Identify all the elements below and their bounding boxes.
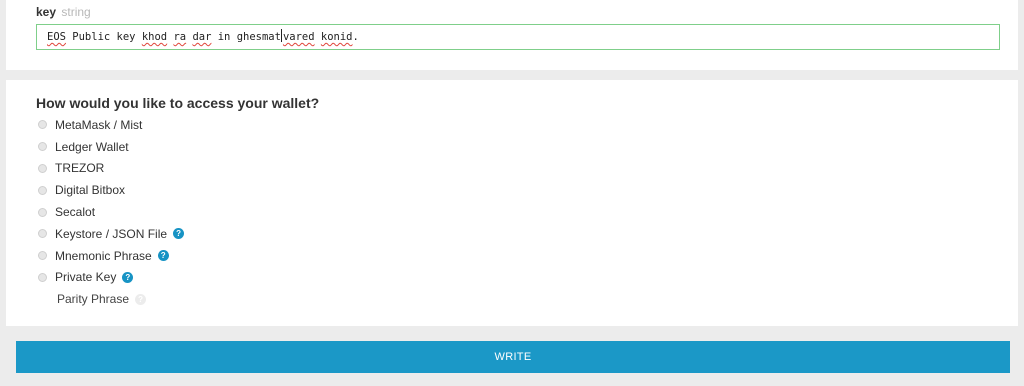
- wallet-option-label: Digital Bitbox: [55, 183, 126, 198]
- wallet-option-mnemonic[interactable]: Mnemonic Phrase ?: [36, 245, 184, 267]
- wallet-option-label: Mnemonic Phrase: [55, 248, 152, 263]
- input-text-khod: khod: [141, 31, 168, 43]
- input-text-segment: Public key: [65, 31, 142, 43]
- radio-button[interactable]: [38, 229, 47, 239]
- wallet-option-secalot[interactable]: Secalot: [36, 201, 184, 223]
- wallet-option-label: Secalot: [55, 205, 96, 220]
- help-icon[interactable]: ?: [157, 250, 169, 262]
- wallet-option-label: Parity Phrase: [57, 292, 130, 307]
- wallet-option-private-key[interactable]: Private Key ?: [36, 267, 184, 289]
- wallet-option-label: Private Key: [55, 270, 117, 285]
- wallet-access-heading: How would you like to access your wallet…: [36, 95, 320, 111]
- input-text-dar: dar: [192, 31, 212, 43]
- wallet-option-keystore[interactable]: Keystore / JSON File ?: [36, 223, 185, 245]
- radio-button[interactable]: [38, 185, 47, 195]
- wallet-option-ledger[interactable]: Ledger Wallet: [36, 136, 184, 158]
- radio-button[interactable]: [38, 163, 47, 173]
- wallet-option-label: Ledger Wallet: [55, 139, 129, 154]
- wallet-option-label: TREZOR: [55, 161, 105, 176]
- input-text-period: .: [352, 31, 359, 43]
- wallet-option-parity-phrase[interactable]: Parity Phrase ?: [36, 288, 184, 310]
- input-text-ra: ra: [173, 31, 187, 43]
- radio-button[interactable]: [38, 251, 47, 261]
- wallet-option-list: MetaMask / Mist Ledger Wallet TREZOR Dig…: [36, 114, 185, 310]
- radio-button[interactable]: [38, 272, 47, 282]
- input-text-vared: vared: [282, 31, 315, 43]
- help-icon[interactable]: ?: [122, 271, 134, 283]
- wallet-option-label: MetaMask / Mist: [55, 117, 143, 132]
- input-text-eos: EOS: [47, 31, 66, 43]
- field-name: key: [36, 5, 57, 19]
- input-text-konid: konid: [320, 31, 353, 43]
- help-icon[interactable]: ?: [173, 228, 185, 240]
- help-icon[interactable]: ?: [135, 293, 147, 305]
- text-caret: [280, 29, 282, 42]
- field-label: key string: [36, 5, 91, 19]
- radio-button[interactable]: [38, 207, 47, 217]
- wallet-option-digital-bitbox[interactable]: Digital Bitbox: [36, 179, 184, 201]
- wallet-option-label: Keystore / JSON File: [55, 226, 168, 241]
- input-text-segment: in ghesmat: [211, 31, 281, 43]
- wallet-option-trezor[interactable]: TREZOR: [36, 158, 184, 180]
- write-button[interactable]: WRITE: [16, 341, 1010, 373]
- radio-button[interactable]: [38, 142, 47, 152]
- field-type: string: [61, 5, 91, 19]
- radio-button[interactable]: [38, 120, 47, 130]
- wallet-access-card: How would you like to access your wallet…: [6, 80, 1018, 326]
- wallet-option-metamask[interactable]: MetaMask / Mist: [36, 114, 184, 136]
- key-input[interactable]: EOS Public key khod ra dar in ghesmat var…: [36, 24, 1000, 50]
- function-input-card: key string EOS Public key khod ra dar in…: [6, 0, 1018, 70]
